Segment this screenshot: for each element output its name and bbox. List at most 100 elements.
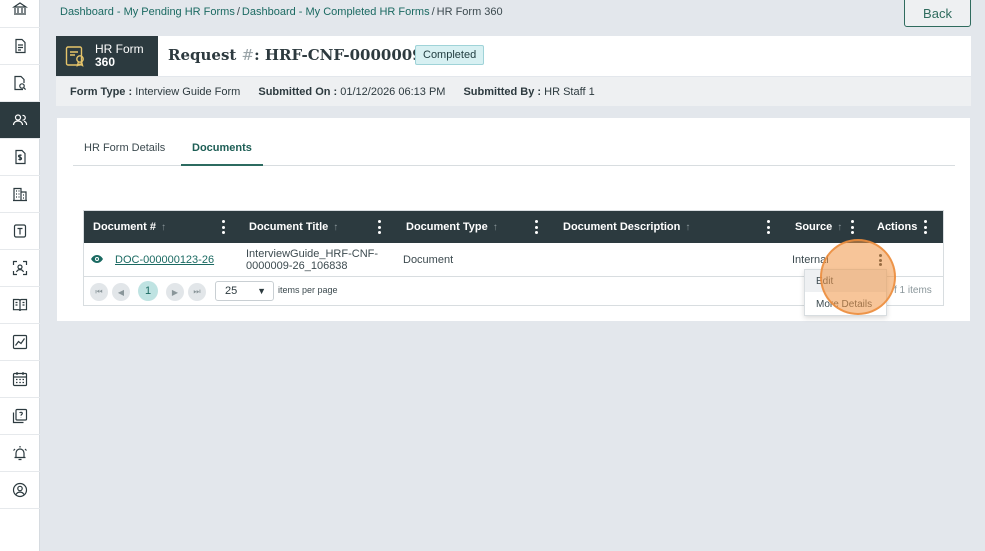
page-number-button[interactable]: 1	[138, 281, 158, 301]
grid-header: Document # ↑ Document Title ↑ Document Typ…	[84, 211, 943, 243]
breadcrumb-separator: /	[431, 6, 435, 18]
submitted-on: Submitted On : 01/12/2026 06:13 PM	[258, 86, 445, 98]
sidebar-item-templates[interactable]	[0, 213, 40, 250]
prev-page-button[interactable]: ◀	[112, 283, 130, 301]
back-button[interactable]: Back	[904, 0, 971, 27]
sidebar-item-forms[interactable]	[0, 28, 40, 65]
document-title-line1: InterviewGuide_HRF-CNF-	[246, 248, 379, 260]
column-document-title[interactable]: Document Title ↑	[249, 211, 338, 243]
menu-item-edit[interactable]: Edit	[805, 270, 886, 292]
document-title-cell: InterviewGuide_HRF-CNF- 0000009-26_10683…	[246, 243, 378, 277]
submitted-on-label: Submitted On :	[258, 85, 338, 98]
sidebar-item-home[interactable]	[0, 0, 40, 28]
form-type-label: Form Type :	[70, 85, 133, 98]
breadcrumb-completed-forms[interactable]: Dashboard - My Completed HR Forms	[242, 6, 430, 18]
next-page-button[interactable]: ▶	[166, 283, 184, 301]
eye-icon[interactable]	[90, 253, 104, 265]
document-icon	[15, 38, 26, 54]
page-size-select[interactable]: 25 ▼	[215, 281, 274, 301]
page-size-value: 25	[225, 285, 238, 297]
chart-icon	[12, 334, 28, 350]
column-menu-icon[interactable]	[923, 220, 927, 234]
sidebar-item-organization[interactable]	[0, 176, 40, 213]
request-meta-bar: Form Type : Interview Guide Form Submitt…	[56, 77, 971, 106]
column-label: Document #	[93, 221, 156, 233]
status-badge: Completed	[415, 45, 485, 65]
request-hash: #	[241, 46, 255, 64]
users-icon	[12, 114, 28, 126]
calendar-icon	[12, 372, 28, 387]
column-label: Source	[795, 221, 833, 233]
breadcrumb-pending-forms[interactable]: Dashboard - My Pending HR Forms	[60, 6, 235, 18]
sidebar-item-search-forms[interactable]	[0, 65, 40, 102]
column-menu-icon[interactable]	[221, 220, 225, 234]
sort-arrow-icon[interactable]: ↑	[685, 222, 690, 233]
template-icon	[13, 224, 27, 238]
chevron-down-icon: ▼	[257, 286, 266, 296]
document-type-cell: Document	[403, 254, 454, 266]
column-label: Document Type	[406, 221, 488, 233]
sort-arrow-icon[interactable]: ↑	[161, 222, 166, 233]
help-icon	[12, 408, 28, 424]
column-menu-icon[interactable]	[534, 220, 538, 234]
sort-arrow-icon[interactable]: ↑	[837, 222, 842, 233]
sort-arrow-icon[interactable]: ↑	[333, 222, 338, 233]
tab-bar: HR Form Details Documents	[73, 136, 955, 166]
scan-icon	[12, 260, 28, 276]
document-search-icon	[14, 75, 27, 91]
document-title-line2: 0000009-26_106838	[246, 260, 348, 272]
sidebar-item-scan[interactable]	[0, 250, 40, 287]
tab-documents[interactable]: Documents	[181, 136, 263, 166]
sort-arrow-icon[interactable]: ↑	[493, 222, 498, 233]
last-page-button[interactable]: ⏭	[188, 283, 206, 301]
sidebar-item-users[interactable]	[0, 102, 40, 139]
dollar-document-icon	[15, 149, 26, 165]
submitted-on-value: 01/12/2026 06:13 PM	[340, 85, 446, 98]
form-type: Form Type : Interview Guide Form	[70, 86, 240, 98]
form-badge-icon	[65, 46, 84, 67]
sidebar-item-alerts[interactable]	[0, 435, 40, 472]
alarm-icon	[13, 446, 27, 461]
document-number-link[interactable]: DOC-000000123-26	[115, 254, 214, 266]
column-document-type[interactable]: Document Type ↑	[406, 211, 498, 243]
bank-icon	[12, 2, 28, 15]
request-prefix: Request	[168, 46, 242, 64]
form-type-value: Interview Guide Form	[135, 85, 241, 98]
column-label: Document Description	[563, 221, 681, 233]
sidebar-item-calendar[interactable]	[0, 361, 40, 398]
sidebar-item-reports[interactable]	[0, 324, 40, 361]
logo-line2: 360	[95, 55, 116, 69]
items-per-page-label: items per page	[278, 285, 338, 295]
column-label: Document Title	[249, 221, 329, 233]
column-actions: Actions	[877, 211, 917, 243]
submitted-by: Submitted By : HR Staff 1	[463, 86, 594, 98]
breadcrumb-separator: /	[236, 6, 240, 18]
sidebar	[0, 0, 40, 551]
request-title: Request #: HRF-CNF-0000009-26	[168, 46, 450, 64]
row-actions-menu-icon[interactable]	[878, 254, 882, 266]
menu-item-more-details[interactable]: More Details	[805, 293, 886, 315]
document-number-cell: DOC-000000123-26	[115, 243, 214, 277]
sidebar-item-library[interactable]	[0, 287, 40, 324]
column-menu-icon[interactable]	[766, 220, 770, 234]
hr-form-360-logo: HR Form 360	[56, 36, 158, 76]
sidebar-item-help[interactable]	[0, 398, 40, 435]
row-actions-menu: Edit More Details	[804, 269, 887, 316]
column-document-description[interactable]: Document Description ↑	[563, 211, 690, 243]
column-menu-icon[interactable]	[377, 220, 381, 234]
column-document-number[interactable]: Document # ↑	[93, 211, 166, 243]
sidebar-item-payroll[interactable]	[0, 139, 40, 176]
submitted-by-label: Submitted By :	[463, 85, 542, 98]
sidebar-item-profile[interactable]	[0, 472, 40, 509]
first-page-button[interactable]: ⏮	[90, 283, 108, 301]
column-menu-icon[interactable]	[850, 220, 854, 234]
profile-icon	[12, 482, 28, 498]
building-icon	[13, 187, 27, 202]
column-label: Actions	[877, 221, 918, 233]
breadcrumb: Dashboard - My Pending HR Forms / Dashboar…	[60, 6, 503, 18]
pager-total: f 1 items	[894, 285, 932, 296]
breadcrumb-current: HR Form 360	[436, 6, 503, 18]
request-header: HR Form 360 Request #: HRF-CNF-0000009-2…	[56, 36, 971, 76]
tab-hr-form-details[interactable]: HR Form Details	[73, 136, 176, 166]
column-source[interactable]: Source ↑	[795, 211, 842, 243]
